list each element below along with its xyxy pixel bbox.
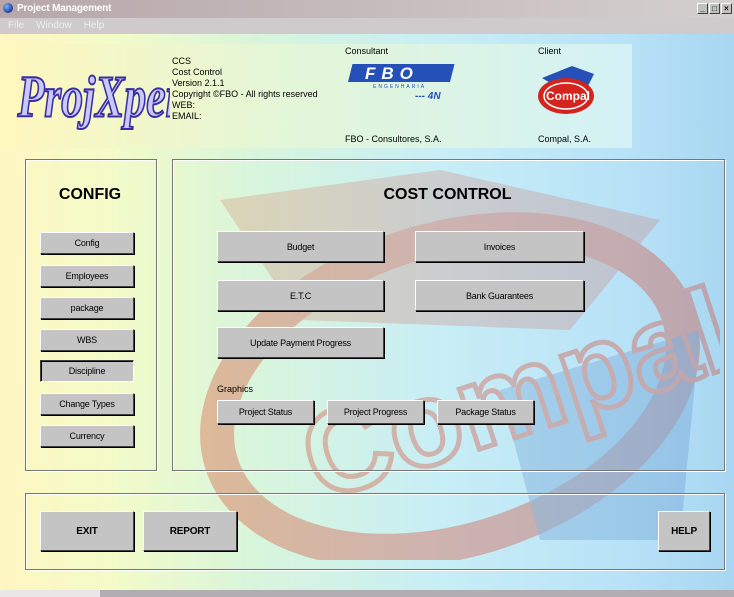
menu-window[interactable]: Window: [36, 18, 72, 34]
project-progress-button[interactable]: Project Progress: [327, 400, 424, 424]
employees-button[interactable]: Employees: [40, 265, 134, 287]
exit-button[interactable]: EXIT: [40, 511, 134, 551]
window-controls: _ □ ×: [697, 3, 732, 14]
app-info: CCS Cost Control Version 2.1.1 Copyright…: [172, 56, 318, 122]
report-button[interactable]: REPORT: [143, 511, 237, 551]
menu-file[interactable]: File: [8, 18, 24, 34]
help-button[interactable]: HELP: [658, 511, 710, 551]
bank-guarantees-button[interactable]: Bank Guarantees: [415, 280, 584, 311]
maximize-button[interactable]: □: [709, 3, 720, 14]
close-button[interactable]: ×: [721, 3, 732, 14]
consultant-label: Consultant: [345, 46, 389, 56]
menu-bar: File Window Help: [0, 18, 734, 34]
compal-logo-icon: Compal: [538, 66, 594, 114]
projxpert-logo: ProjXpert: [16, 63, 170, 131]
consultant-name: FBO - Consultores, S.A.: [345, 134, 442, 144]
cost-control-panel: [172, 159, 725, 471]
fbo-text: FBO: [365, 64, 419, 83]
status-bar: [0, 590, 734, 597]
fbo-logo-icon: FBO ENGENHARIA --- 4N: [348, 64, 455, 102]
project-status-button[interactable]: Project Status: [217, 400, 314, 424]
wbs-button[interactable]: WBS: [40, 329, 134, 351]
package-status-button[interactable]: Package Status: [437, 400, 534, 424]
info-line: Version 2.1.1: [172, 78, 225, 88]
update-payment-progress-button[interactable]: Update Payment Progress: [217, 327, 384, 358]
info-line: WEB:: [172, 100, 196, 110]
fbo-sub: --- 4N: [415, 91, 441, 102]
invoices-button[interactable]: Invoices: [415, 231, 584, 262]
title-bar: Project Management _ □ ×: [0, 0, 734, 18]
budget-button[interactable]: Budget: [217, 231, 384, 262]
client-name: Compal, S.A.: [538, 134, 592, 144]
discipline-button[interactable]: Discipline: [40, 360, 134, 382]
logo-text: ProjXpert: [17, 64, 170, 130]
fbo-logo: FBO ENGENHARIA --- 4N: [345, 62, 465, 102]
config-title: CONFIG: [58, 186, 122, 203]
package-button[interactable]: package: [40, 297, 134, 319]
client-label: Client: [538, 46, 562, 56]
cost-control-title: COST CONTROL: [383, 186, 512, 203]
menu-help[interactable]: Help: [84, 18, 105, 34]
info-line: Copyright ©FBO - All rights reserved: [172, 89, 318, 99]
compal-logo-text: Compal: [546, 89, 590, 103]
fbo-tagline: ENGENHARIA: [373, 84, 426, 90]
change-types-button[interactable]: Change Types: [40, 393, 134, 415]
config-button[interactable]: Config: [40, 232, 134, 254]
etc-button[interactable]: E.T.C: [217, 280, 384, 311]
minimize-button[interactable]: _: [697, 3, 708, 14]
status-bar-segment: [0, 590, 100, 597]
currency-button[interactable]: Currency: [40, 425, 134, 447]
graphics-label: Graphics: [217, 384, 254, 394]
info-line: EMAIL:: [172, 111, 202, 121]
app-icon[interactable]: [3, 3, 13, 13]
info-line: CCS: [172, 56, 192, 66]
info-line: Cost Control: [172, 67, 223, 77]
window-title: Project Management: [17, 3, 112, 14]
